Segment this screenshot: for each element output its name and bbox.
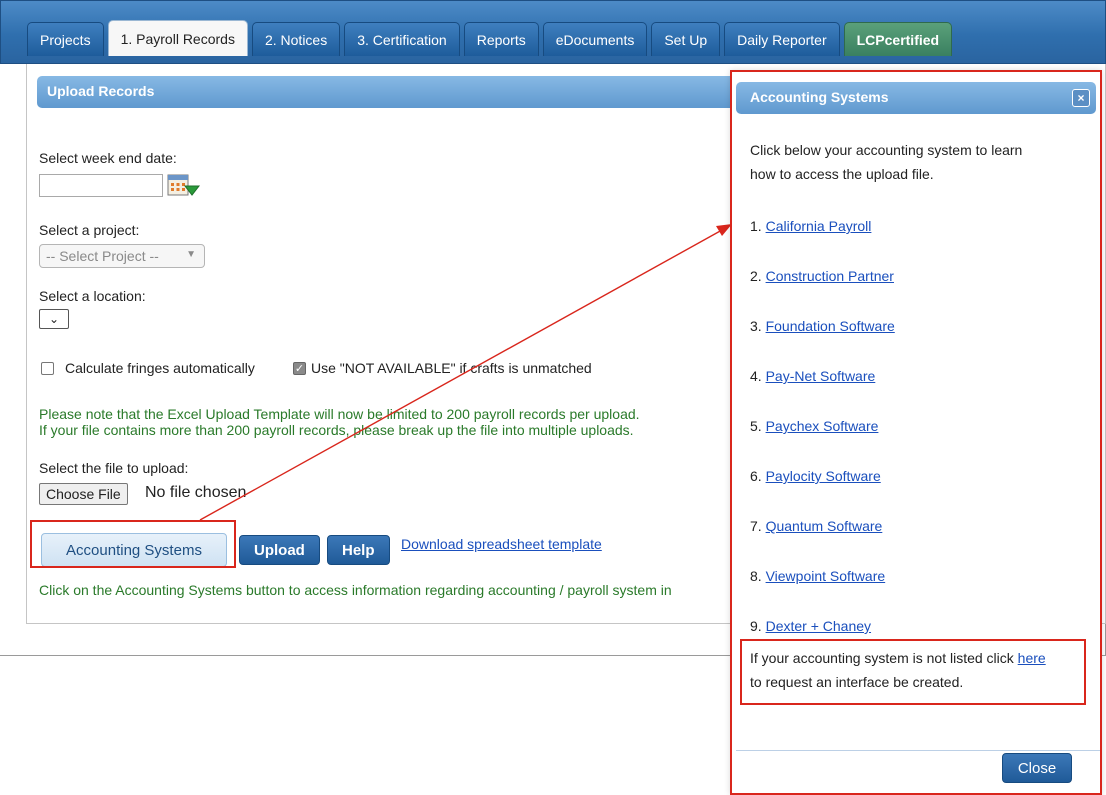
list-item-number: 1. <box>750 218 762 234</box>
project-label: Select a project: <box>39 222 140 238</box>
accounting-systems-button[interactable]: Accounting Systems <box>41 533 227 567</box>
list-item-number: 8. <box>750 568 762 584</box>
list-item-number: 6. <box>750 468 762 484</box>
list-item-number: 4. <box>750 368 762 384</box>
list-item-number: 3. <box>750 318 762 334</box>
dialog-divider <box>736 750 1100 751</box>
list-item-number: 5. <box>750 418 762 434</box>
upload-button[interactable]: Upload <box>239 535 320 565</box>
tab-notices[interactable]: 2. Notices <box>251 22 341 56</box>
tab-projects[interactable]: Projects <box>27 22 104 56</box>
download-template-link[interactable]: Download spreadsheet template <box>401 536 602 552</box>
week-end-date-input[interactable] <box>39 174 163 197</box>
list-item: 2. Construction Partner <box>750 268 894 284</box>
not-available-checkbox[interactable]: ✓ <box>293 362 306 375</box>
choose-file-button[interactable]: Choose File <box>39 483 128 505</box>
list-item: 5. Paychex Software <box>750 418 878 434</box>
close-icon[interactable]: × <box>1072 89 1090 107</box>
chevron-down-icon: ⌄ <box>48 312 60 326</box>
dialog-intro-line1: Click below your accounting system to le… <box>750 142 1023 158</box>
help-button[interactable]: Help <box>327 535 390 565</box>
system-link-dexter-chaney[interactable]: Dexter + Chaney <box>766 618 871 634</box>
list-item-number: 7. <box>750 518 762 534</box>
upload-limit-note: Please note that the Excel Upload Templa… <box>39 406 640 438</box>
upload-limit-note-line1: Please note that the Excel Upload Templa… <box>39 406 640 422</box>
dialog-intro: Click below your accounting system to le… <box>750 138 1022 186</box>
tab-certification[interactable]: 3. Certification <box>344 22 460 56</box>
system-link-pay-net-software[interactable]: Pay-Net Software <box>766 368 876 384</box>
not-listed-note: If your accounting system is not listed … <box>750 646 1046 694</box>
accounting-systems-dialog: Accounting Systems × Click below your ac… <box>730 70 1102 795</box>
list-item-number: 2. <box>750 268 762 284</box>
accounting-info-note: Click on the Accounting Systems button t… <box>39 582 672 598</box>
system-link-foundation-software[interactable]: Foundation Software <box>766 318 895 334</box>
calculate-fringes-label: Calculate fringes automatically <box>65 360 255 376</box>
list-item-number: 9. <box>750 618 762 634</box>
project-select-value: -- Select Project -- <box>46 248 159 264</box>
list-item: 9. Dexter + Chaney <box>750 618 871 634</box>
list-item: 4. Pay-Net Software <box>750 368 875 384</box>
tab-edocuments[interactable]: eDocuments <box>542 22 648 56</box>
tab-lcpcertified[interactable]: LCPcertified <box>843 22 953 56</box>
dialog-intro-line2: how to access the upload file. <box>750 166 934 182</box>
tab-daily-reporter[interactable]: Daily Reporter <box>724 22 840 56</box>
file-status: No file chosen <box>145 484 247 501</box>
request-interface-link[interactable]: here <box>1018 650 1046 666</box>
dialog-title-bar: Accounting Systems × <box>736 82 1096 114</box>
list-item: 6. Paylocity Software <box>750 468 881 484</box>
list-item: 8. Viewpoint Software <box>750 568 885 584</box>
system-link-paylocity-software[interactable]: Paylocity Software <box>766 468 881 484</box>
list-item: 3. Foundation Software <box>750 318 895 334</box>
system-link-construction-partner[interactable]: Construction Partner <box>766 268 894 284</box>
chevron-down-icon: ▼ <box>186 249 196 260</box>
not-available-label: Use "NOT AVAILABLE" if crafts is unmatch… <box>311 360 592 376</box>
calendar-icon[interactable] <box>167 172 201 200</box>
dialog-title: Accounting Systems <box>750 89 889 105</box>
close-button[interactable]: Close <box>1002 753 1072 783</box>
location-select[interactable]: ⌄ <box>39 309 69 329</box>
list-item: 1. California Payroll <box>750 218 871 234</box>
system-link-paychex-software[interactable]: Paychex Software <box>766 418 879 434</box>
list-item: 7. Quantum Software <box>750 518 882 534</box>
project-select[interactable]: -- Select Project -- ▼ <box>39 244 205 268</box>
file-label: Select the file to upload: <box>39 460 189 476</box>
tab-set-up[interactable]: Set Up <box>651 22 721 56</box>
location-label: Select a location: <box>39 288 146 304</box>
tab-payroll-records[interactable]: 1. Payroll Records <box>107 20 248 56</box>
system-link-california-payroll[interactable]: California Payroll <box>766 218 872 234</box>
tab-bar: Projects 1. Payroll Records 2. Notices 3… <box>0 0 1106 64</box>
system-link-quantum-software[interactable]: Quantum Software <box>766 518 883 534</box>
not-listed-prefix: If your accounting system is not listed … <box>750 650 1014 666</box>
not-listed-suffix: to request an interface be created. <box>750 674 964 690</box>
tab-reports[interactable]: Reports <box>463 22 539 56</box>
week-end-label: Select week end date: <box>39 150 177 166</box>
system-link-viewpoint-software[interactable]: Viewpoint Software <box>766 568 886 584</box>
calculate-fringes-checkbox[interactable] <box>41 362 54 375</box>
upload-limit-note-line2: If your file contains more than 200 payr… <box>39 422 634 438</box>
